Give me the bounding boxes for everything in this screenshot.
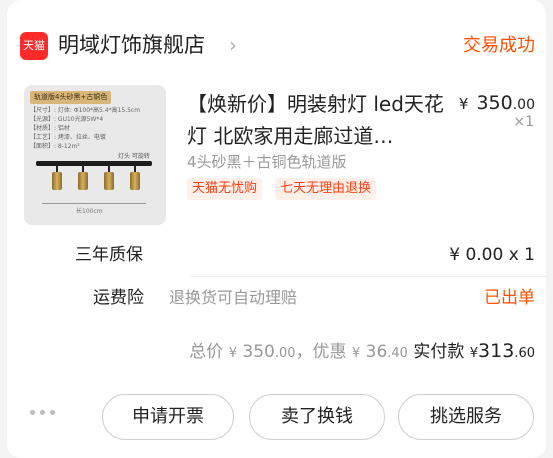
separator: ，: [295, 342, 313, 362]
chevron-right-icon[interactable]: ›: [229, 34, 237, 56]
shipping-insurance-desc: 退换货可自动理赔: [169, 288, 298, 307]
price-decimal: .00: [512, 97, 535, 113]
apply-invoice-button[interactable]: 申请开票: [102, 394, 234, 440]
shipping-insurance-status[interactable]: 已出单: [484, 286, 535, 310]
track-lamp: [78, 164, 88, 190]
warranty-value: ¥ 0.00 x 1: [449, 245, 535, 265]
warranty-label: 三年质保: [75, 245, 143, 265]
paid-decimal: .60: [514, 346, 535, 361]
discount-currency: ¥: [351, 346, 361, 361]
total-label: 总价: [189, 342, 224, 362]
thumbnail-note: 灯头 可旋转: [118, 153, 150, 160]
total-decimal: .00: [274, 346, 296, 361]
thumbnail-spec: 【尺寸】: 灯体: Φ100*高5.4*高15.5cm: [30, 107, 141, 114]
more-dots-icon[interactable]: [30, 406, 60, 418]
track-lamp: [130, 164, 140, 190]
product-sku: 4头砂黑＋古铜色轨道版: [187, 153, 347, 171]
thumbnail-tag: 轨道版4头砂黑+古铜色: [30, 91, 112, 104]
paid-integer: 313: [478, 340, 515, 362]
shipping-insurance-label: 运费险: [93, 288, 144, 308]
dimension-line: [42, 203, 146, 204]
total-integer: 350: [242, 342, 275, 362]
divider: [190, 276, 546, 277]
track-lamp: [104, 164, 114, 190]
paid-label: 实付款: [413, 342, 465, 362]
discount-integer: 36: [365, 342, 388, 362]
resell-button[interactable]: 卖了换钱: [249, 394, 385, 440]
order-card: 天猫 明域灯饰旗舰店 › 交易成功 轨道版4头砂黑+古铜色 【尺寸】: 灯体: …: [7, 0, 546, 458]
discount-decimal: .40: [387, 346, 408, 361]
badge-seven-day-return: 七天无理由退换: [275, 178, 377, 200]
store-name[interactable]: 明域灯饰旗舰店: [58, 30, 205, 60]
track-lamp: [52, 164, 62, 190]
total-currency: ¥: [228, 346, 237, 361]
select-service-button[interactable]: 挑选服务: [398, 394, 534, 440]
product-thumbnail[interactable]: 轨道版4头砂黑+古铜色 【尺寸】: 灯体: Φ100*高5.4*高15.5cm …: [24, 85, 166, 225]
price-integer: 350: [476, 92, 513, 114]
paid-currency: ¥: [469, 346, 479, 361]
order-totals: 总价 ¥ 350.00，优惠 ¥ 36.40 实付款 ¥313.60: [189, 338, 535, 367]
tmall-logo-icon: 天猫: [20, 32, 48, 60]
order-status: 交易成功: [463, 35, 535, 56]
thumbnail-spec: 【面积】: 8-12m²: [30, 143, 80, 150]
thumbnail-spec: 【工艺】: 烤漆、拉丝、电镀: [30, 134, 106, 141]
price-currency: ¥: [458, 95, 469, 113]
discount-label: 优惠: [312, 342, 347, 362]
product-quantity: ×1: [513, 114, 534, 130]
product-title[interactable]: 【焕新价】明装射灯 led天花灯 北欧家用走廊过道…: [187, 88, 447, 152]
thumbnail-spec: 【材质】: 铝材: [30, 125, 70, 132]
thumbnail-spec: 【光源】: GU10光源5W*4: [30, 116, 104, 123]
thumbnail-dimension: 长100cm: [76, 208, 103, 215]
badge-tmall-worry-free: 天猫无忧购: [187, 178, 263, 200]
